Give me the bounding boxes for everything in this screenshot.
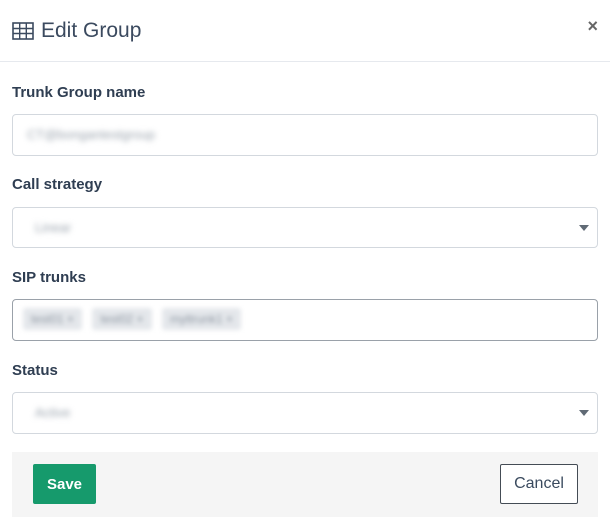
save-button[interactable]: Save (33, 464, 96, 504)
sip-trunks-label: SIP trunks (12, 269, 86, 286)
sip-trunks-multiselect[interactable]: test01 × test02 × myttrunk1 × (12, 299, 598, 341)
table-icon (12, 21, 34, 40)
call-strategy-value: Linear (35, 220, 72, 235)
chevron-down-icon (579, 224, 589, 231)
sip-trunk-tag[interactable]: test01 × (23, 308, 83, 330)
status-label: Status (12, 362, 58, 379)
modal-header: Edit Group (0, 0, 610, 62)
call-strategy-select[interactable]: Linear (12, 207, 598, 248)
modal-footer: Save Cancel (12, 452, 598, 517)
trunk-group-name-input[interactable]: CT@bongantestgroup (12, 114, 598, 156)
call-strategy-label: Call strategy (12, 176, 103, 193)
status-value: Active (35, 405, 71, 420)
cancel-button[interactable]: Cancel (500, 464, 578, 504)
sip-trunk-tag[interactable]: test02 × (92, 308, 152, 330)
edit-group-modal: Edit Group × Trunk Group name CT@bongant… (0, 0, 610, 524)
status-select[interactable]: Active (12, 392, 598, 434)
chevron-down-icon (579, 410, 589, 416)
close-icon[interactable]: × (587, 16, 598, 37)
modal-title: Edit Group (41, 18, 142, 42)
trunk-group-name-value: CT@bongantestgroup (27, 127, 156, 142)
sip-trunk-tag[interactable]: myttrunk1 × (161, 308, 241, 330)
trunk-group-name-label: Trunk Group name (12, 84, 146, 101)
